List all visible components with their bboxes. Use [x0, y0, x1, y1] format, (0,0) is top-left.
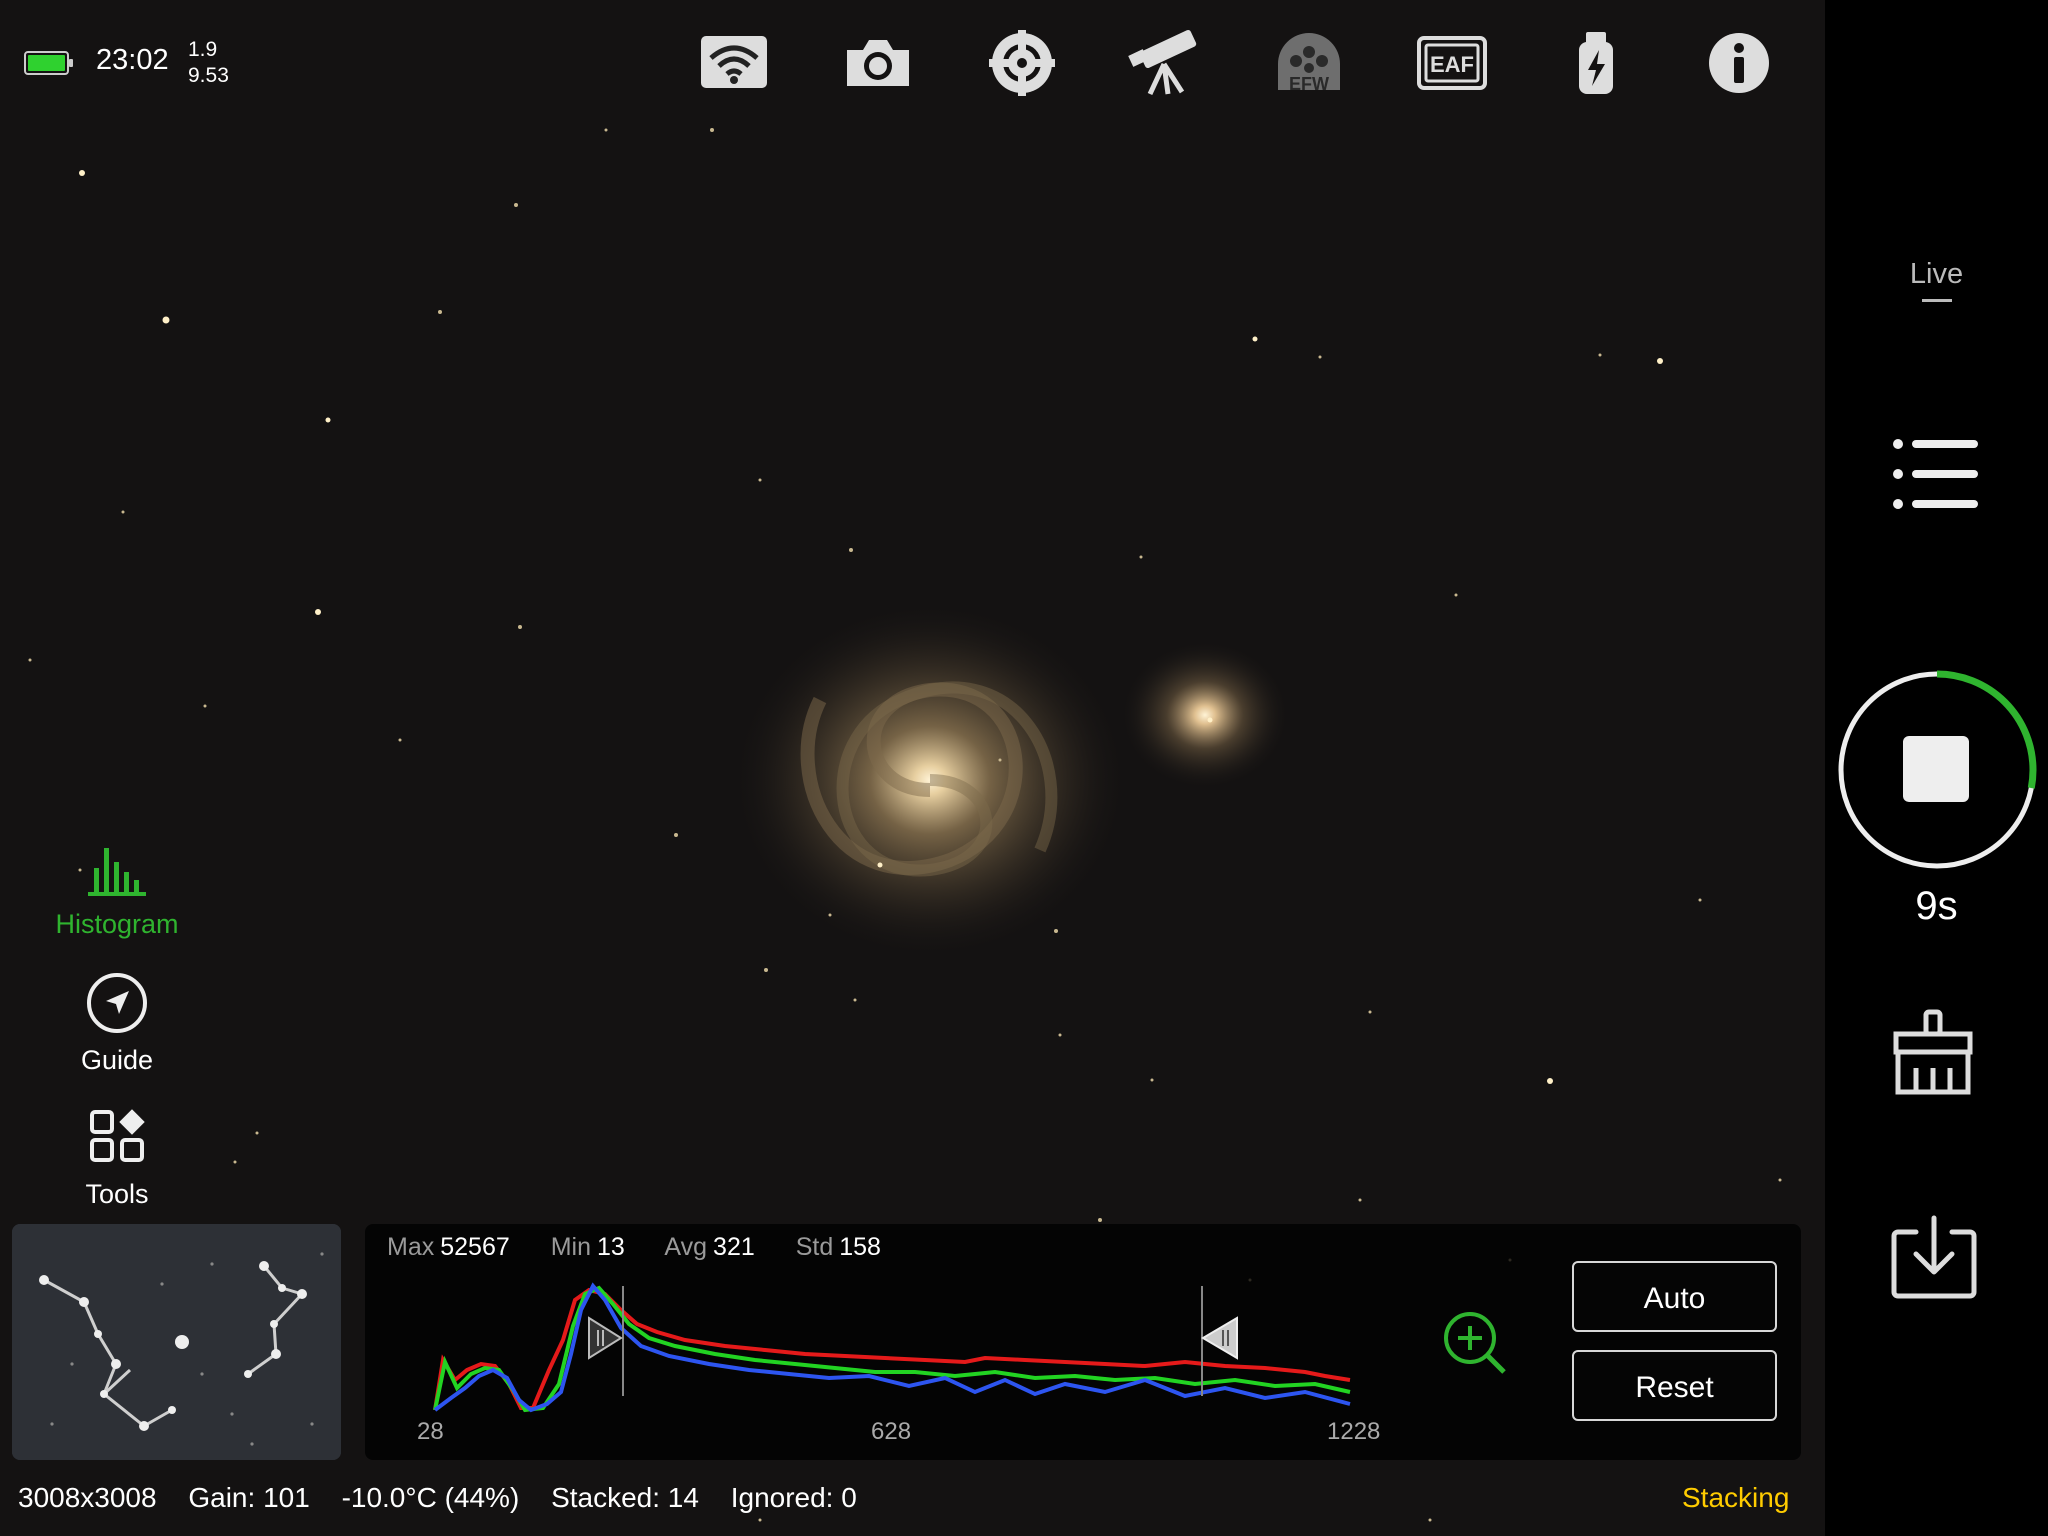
resolution: 3008x3008 [18, 1482, 157, 1513]
nav-histogram[interactable]: Histogram [40, 842, 194, 940]
star [79, 170, 85, 176]
wifi-icon[interactable] [697, 28, 771, 98]
max-value: 52567 [440, 1233, 510, 1261]
star [1058, 1033, 1062, 1037]
zoom-in-icon[interactable] [1440, 1308, 1510, 1378]
usb-power-icon[interactable] [1559, 28, 1633, 98]
nav-guide-label: Guide [80, 1045, 154, 1075]
star [315, 609, 321, 615]
axis-label-mid: 628 [871, 1418, 912, 1445]
sky-map-thumbnail[interactable] [12, 1224, 341, 1460]
nav-tools[interactable]: Tools [40, 1106, 194, 1210]
star [325, 417, 331, 423]
star [758, 1518, 762, 1522]
star [1598, 353, 1602, 357]
star [1098, 1218, 1102, 1222]
star [1698, 898, 1702, 902]
eaf-focuser-icon[interactable]: EAF [1415, 28, 1489, 98]
star [758, 478, 762, 482]
clear-stack-brush-icon[interactable] [1888, 1008, 1978, 1098]
std-label: Std [795, 1233, 834, 1261]
star [162, 316, 170, 324]
eaf-label: EAF [1430, 52, 1474, 77]
status-readout-line2: 9.53 [188, 64, 229, 87]
crosshair-icon[interactable] [985, 28, 1059, 98]
save-download-icon[interactable] [1888, 1212, 1980, 1302]
star [28, 658, 32, 662]
star [438, 310, 442, 314]
star [203, 704, 207, 708]
star [1207, 717, 1213, 723]
clock: 23:02 [96, 44, 169, 76]
gain: Gain: 101 [188, 1482, 310, 1513]
star [1657, 358, 1663, 364]
stacking-status: Stacking [1682, 1482, 1790, 1513]
star [674, 833, 678, 837]
telescope-icon[interactable] [1128, 28, 1202, 98]
star [398, 738, 402, 742]
histogram-graph [433, 1282, 1351, 1413]
star [518, 625, 522, 629]
mode-live-label: Live [1909, 258, 1964, 290]
avg-label: Avg [664, 1233, 708, 1261]
axis-label-max: 1228 [1327, 1418, 1381, 1445]
max-label: Max [387, 1233, 435, 1261]
star [1358, 1198, 1362, 1202]
histogram-stats: Max 52567 Min 13 Avg 321 Std 158 [387, 1233, 915, 1262]
stacked-count: Stacked: 14 [551, 1482, 699, 1513]
tools-grid-icon [90, 1109, 145, 1162]
status-readout-line1: 1.9 [188, 38, 218, 61]
stop-capture-button[interactable] [1903, 736, 1969, 802]
efw-filter-wheel-icon[interactable]: EFW [1272, 28, 1346, 98]
reset-stretch-button[interactable]: Reset [1572, 1350, 1777, 1421]
star [764, 968, 768, 972]
star [1368, 1010, 1372, 1014]
star [604, 128, 608, 132]
nav-histogram-label: Histogram [55, 909, 179, 939]
histogram-icon [88, 848, 146, 896]
black-point-handle[interactable] [588, 1316, 623, 1360]
nav-tools-label: Tools [85, 1179, 149, 1209]
star [1252, 336, 1258, 342]
star [514, 203, 518, 207]
star [1428, 1518, 1432, 1522]
ignored-count: Ignored: 0 [730, 1482, 857, 1513]
star [1318, 355, 1322, 359]
star [1139, 555, 1143, 559]
min-value: 13 [597, 1233, 625, 1261]
camera-icon[interactable] [841, 28, 915, 98]
avg-value: 321 [713, 1233, 755, 1261]
status-readout: 1.9 9.53 [188, 37, 229, 89]
efw-label: EFW [1289, 74, 1329, 94]
star [710, 128, 714, 132]
nav-guide[interactable]: Guide [40, 972, 194, 1076]
std-value: 158 [839, 1233, 881, 1261]
star [233, 1160, 237, 1164]
axis-label-min: 28 [417, 1418, 444, 1445]
auto-stretch-button[interactable]: Auto [1572, 1261, 1777, 1332]
star [1054, 929, 1058, 933]
exposure-timer: 9s [1915, 884, 1958, 928]
star [849, 548, 853, 552]
star [998, 758, 1002, 762]
star [853, 998, 857, 1002]
star [1150, 1078, 1154, 1082]
star [877, 862, 883, 868]
star [828, 913, 832, 917]
star [121, 510, 125, 514]
battery-icon [24, 51, 73, 75]
mode-live-tab[interactable]: Live [1825, 258, 2048, 302]
white-point-handle[interactable] [1201, 1316, 1238, 1360]
star [255, 1131, 259, 1135]
guide-compass-icon [87, 973, 147, 1033]
sensor-temperature: -10.0°C (44%) [341, 1482, 520, 1513]
capture-info-bar: 3008x3008 Gain: 101 -10.0°C (44%) Stacke… [18, 1482, 881, 1514]
star [1454, 593, 1458, 597]
star [1547, 1078, 1553, 1084]
info-icon[interactable] [1702, 28, 1776, 98]
menu-list-icon[interactable] [1890, 436, 1980, 512]
min-label: Min [550, 1233, 592, 1261]
star [1778, 1178, 1782, 1182]
